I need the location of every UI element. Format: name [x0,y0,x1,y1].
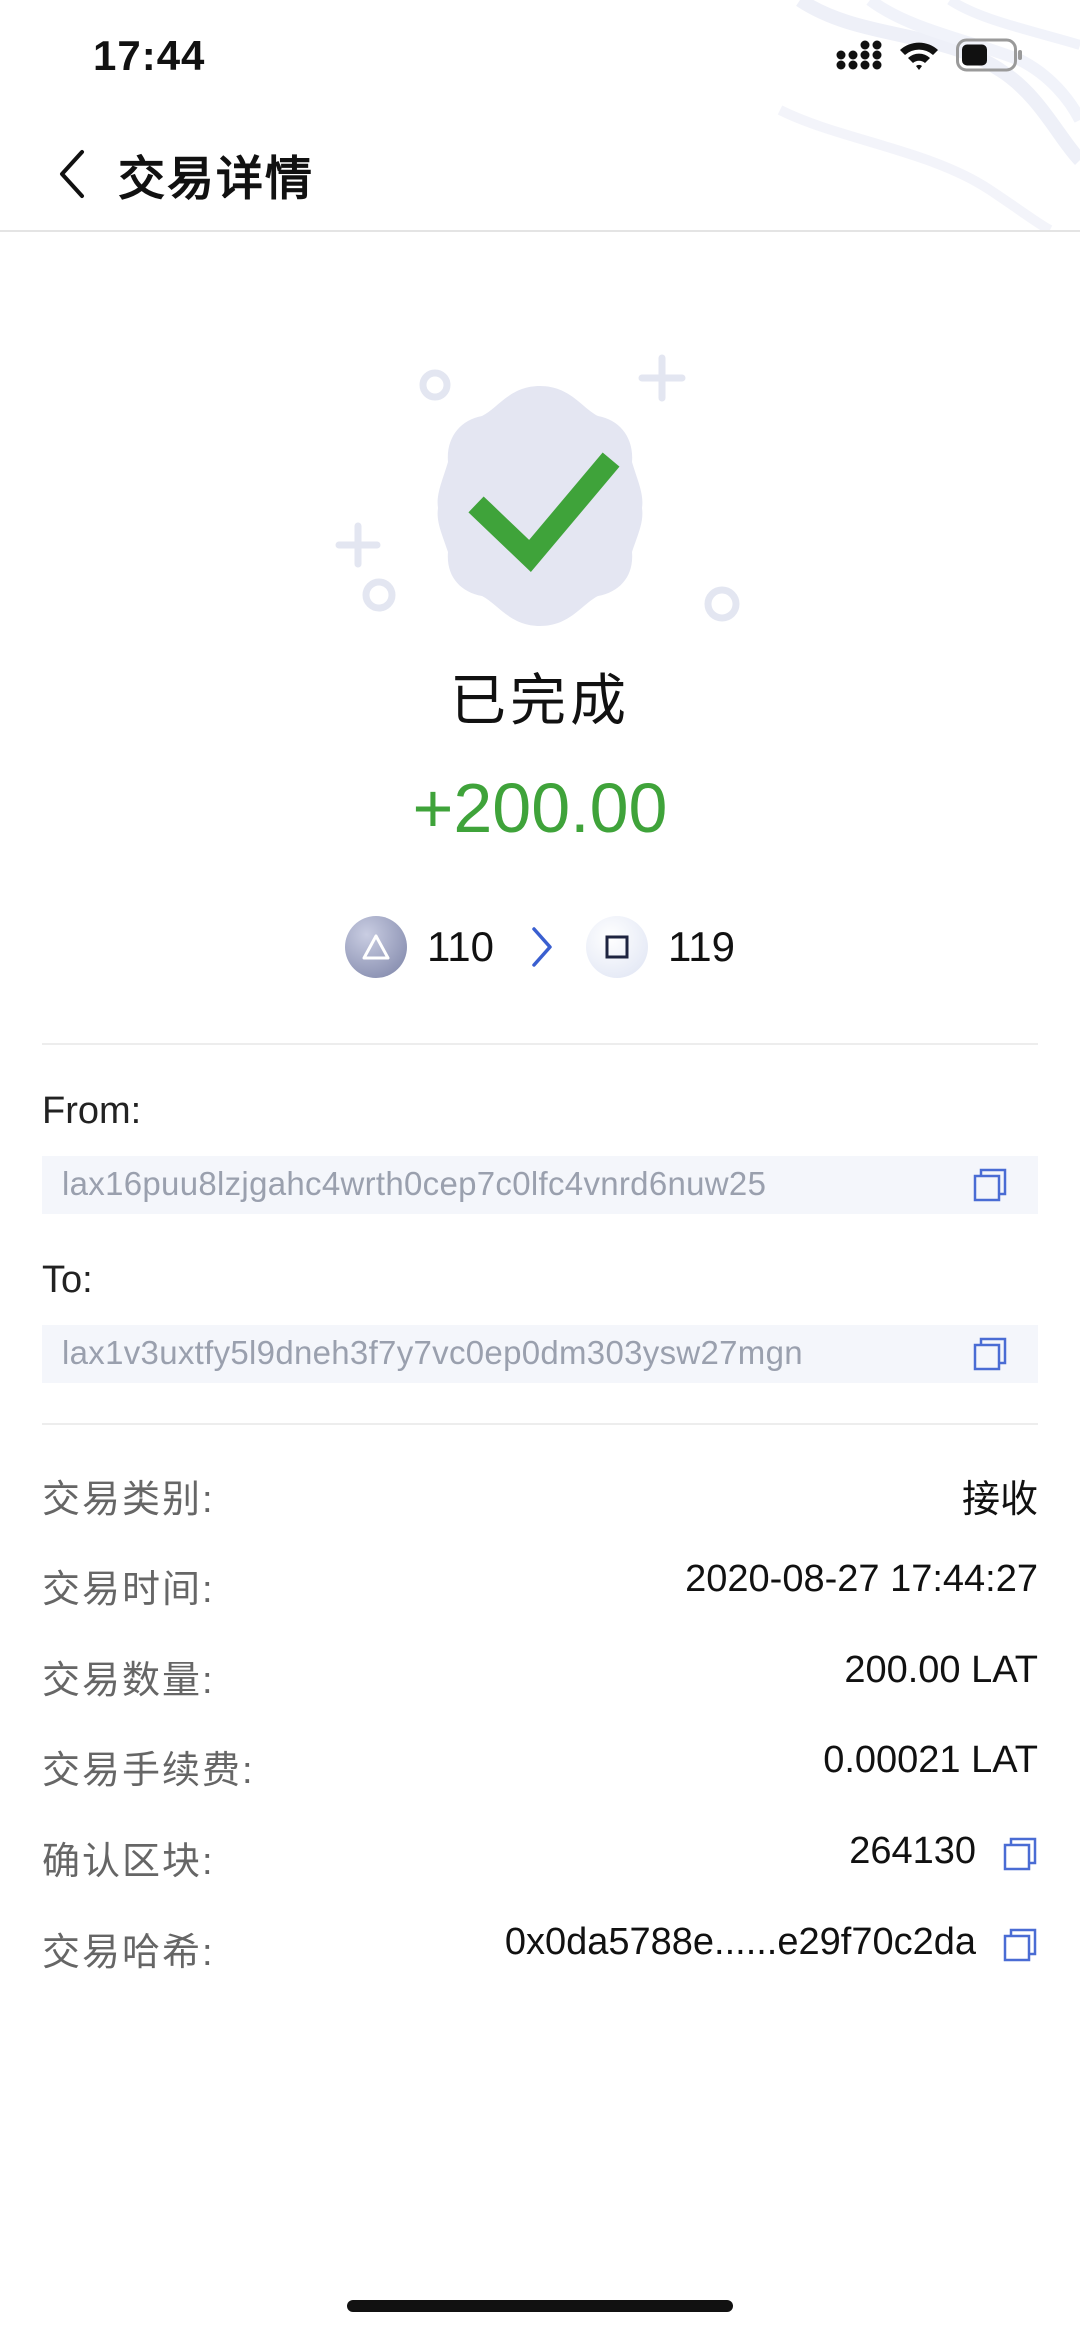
transaction-status: 已完成 [450,669,630,732]
triangle-block-icon [345,916,407,978]
copy-icon[interactable] [1002,1836,1038,1872]
detail-row-fee: 交易手续费: 0.00021 LAT [42,1731,1038,1792]
block-value: 264130 [849,1830,976,1872]
copy-icon[interactable] [972,1336,1008,1372]
nav-bar: 交易详情 [0,118,1080,232]
from-address: lax16puu8lzjgahc4wrth0cep7c0lfc4vnrd6nuw… [62,1165,767,1202]
to-label: To: [42,1259,93,1301]
copy-icon[interactable] [1002,1927,1038,1963]
to-block-number: 119 [667,923,735,970]
cellular-signal-icon [836,40,882,70]
time-value: 2020-08-27 17:44:27 [685,1558,1038,1600]
from-address-field: lax16puu8lzjgahc4wrth0cep7c0lfc4vnrd6nuw… [42,1156,1038,1214]
detail-row-block: 确认区块: 264130 [42,1822,1038,1883]
page-title: 交易详情 [118,152,314,205]
to-address-field: lax1v3uxtfy5l9dneh3f7y7vc0ep0dm303ysw27m… [42,1325,1038,1383]
time-label: 交易时间: [42,1569,215,1611]
chevron-right-icon [532,927,552,967]
battery-icon [956,38,1022,72]
hash-label: 交易哈希: [42,1932,215,1974]
transaction-amount: +200.00 [412,769,668,847]
detail-row-amount: 交易数量: 200.00 LAT [42,1641,1038,1702]
to-address: lax1v3uxtfy5l9dneh3f7y7vc0ep0dm303ysw27m… [62,1334,803,1371]
status-bar: 17:44 [0,0,1080,118]
hash-value: 0x0da5788e......e29f70c2da [504,1921,976,1963]
block-progress: 110 119 [345,912,735,982]
fee-value: 0.00021 LAT [823,1739,1038,1781]
block-label: 确认区块: [42,1841,215,1883]
from-label: From: [42,1090,142,1132]
detail-row-hash: 交易哈希: 0x0da5788e......e29f70c2da [42,1913,1038,1974]
amount-label: 交易数量: [42,1660,215,1702]
square-block-icon [585,916,648,978]
check-badge-icon [335,354,740,626]
detail-row-type: 交易类别: 接收 [42,1460,1038,1521]
home-indicator [347,2300,733,2312]
divider [42,1043,1038,1045]
back-button[interactable] [50,144,98,204]
amount-value: 200.00 LAT [844,1649,1038,1691]
type-label: 交易类别: [42,1479,215,1521]
type-value: 接收 [961,1479,1038,1521]
copy-icon[interactable] [972,1167,1008,1203]
divider [42,1423,1038,1425]
from-block-number: 110 [427,923,494,970]
detail-row-time: 交易时间: 2020-08-27 17:44:27 [42,1550,1038,1611]
fee-label: 交易手续费: [42,1750,255,1792]
status-icons [836,38,1024,72]
wifi-icon [900,42,938,70]
status-time: 17:44 [93,32,206,79]
